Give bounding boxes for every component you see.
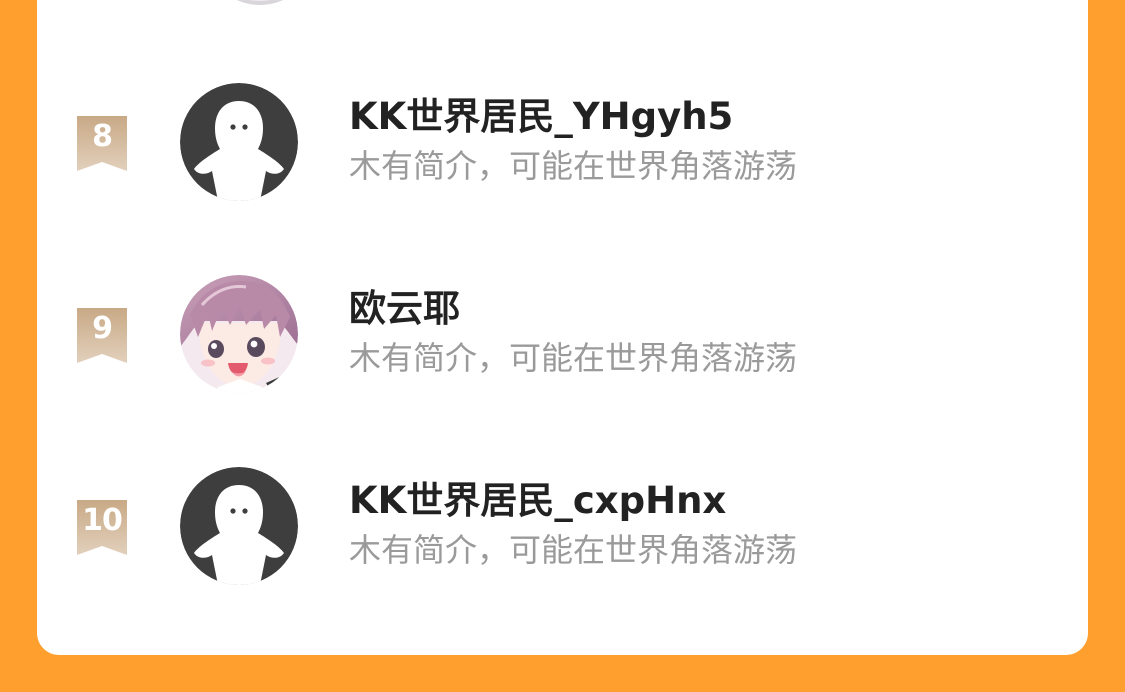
rank-number: 8 xyxy=(92,119,113,154)
ranking-row[interactable]: 9 欧云耶 木有简介，可能在世界角落游荡 xyxy=(37,275,1088,395)
user-avatar[interactable] xyxy=(180,275,298,393)
ranking-list: 8 KK世界居民_YHgyh5 木有简介，可能在世界角落游荡 9 欧云耶 木有简… xyxy=(37,0,1088,655)
user-name[interactable]: 欧云耶 xyxy=(349,285,460,333)
user-name[interactable]: KK世界居民_cxpHnx xyxy=(349,477,726,525)
user-bio: 木有简介，可能在世界角落游荡 xyxy=(349,531,798,569)
rank-badge: 10 xyxy=(75,500,129,556)
default-ghost-avatar-icon xyxy=(180,83,298,201)
rank-badge: 9 xyxy=(75,308,129,364)
rank-badge: 8 xyxy=(75,116,129,172)
rank-number: 10 xyxy=(82,503,123,538)
user-avatar[interactable] xyxy=(180,467,298,585)
default-ghost-avatar-icon xyxy=(180,467,298,585)
ranking-row[interactable]: 8 KK世界居民_YHgyh5 木有简介，可能在世界角落游荡 xyxy=(37,83,1088,203)
user-name[interactable]: KK世界居民_YHgyh5 xyxy=(349,93,733,141)
ranking-row[interactable]: 10 KK世界居民_cxpHnx 木有简介，可能在世界角落游荡 xyxy=(37,467,1088,587)
user-bio: 木有简介，可能在世界角落游荡 xyxy=(349,339,798,377)
rank-number: 9 xyxy=(92,311,113,346)
ranking-card: 8 KK世界居民_YHgyh5 木有简介，可能在世界角落游荡 9 欧云耶 木有简… xyxy=(37,0,1088,655)
user-bio: 木有简介，可能在世界角落游荡 xyxy=(349,147,798,185)
anime-girl-avatar-icon xyxy=(180,275,298,393)
user-avatar[interactable] xyxy=(180,83,298,201)
